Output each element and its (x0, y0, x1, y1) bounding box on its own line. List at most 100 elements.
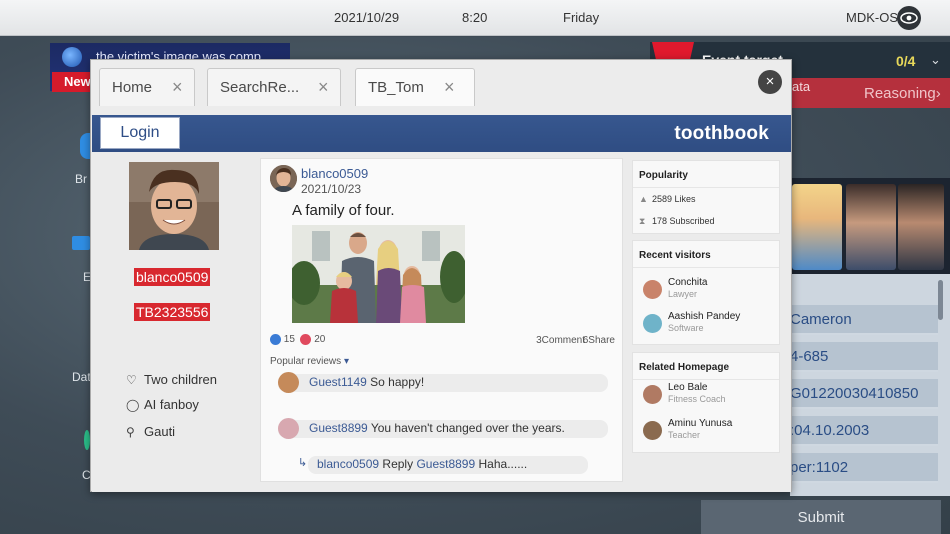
related-name: Aminu Yunusa (668, 418, 733, 429)
post-date: 2021/10/23 (301, 182, 362, 196)
case-data-row[interactable]: G01220030410850 (790, 379, 938, 409)
info-text: AI fanboy (144, 397, 199, 412)
tab-tb-tom[interactable]: TB_Tom × (355, 68, 475, 106)
site-header: Login toothbook (92, 115, 791, 152)
profile-avatar (129, 162, 219, 250)
login-button[interactable]: Login (100, 117, 180, 149)
post-card: blanco0509 2021/10/23 A family of four. (260, 158, 623, 482)
heart-count: 20 (314, 334, 326, 346)
like-icon[interactable] (270, 334, 281, 345)
location-pin-icon: ⚲ (126, 425, 135, 439)
ring-icon: ◯ (126, 398, 140, 412)
reviewer-name[interactable]: Guest1149 (309, 375, 367, 389)
scrollbar[interactable] (938, 280, 943, 320)
tab-label: SearchRe... (220, 79, 300, 96)
character-portrait[interactable] (846, 184, 896, 270)
tab-search-results[interactable]: SearchRe... × (207, 68, 341, 106)
globe-icon (62, 47, 82, 67)
reviewer-avatar[interactable] (278, 418, 299, 439)
visitor-role: Software (668, 323, 704, 333)
reasoning-button[interactable]: Reasoning› (864, 85, 941, 102)
post-author-link[interactable]: blanco0509 (301, 166, 368, 181)
time-display: 8:20 (462, 10, 488, 25)
popularity-box: Popularity ▲ 2589 Likes ⧗ 178 Subscribed (632, 160, 780, 234)
submit-button[interactable]: Submit (701, 500, 941, 534)
post-text: A family of four. (292, 202, 395, 219)
case-data-row[interactable]: 4-685 (790, 342, 938, 372)
review-item: Guest1149 So happy! (278, 372, 608, 393)
site-logo: toothbook (674, 123, 769, 144)
tab-home[interactable]: Home × (99, 68, 195, 106)
review-text: You haven't changed over the years. (370, 421, 565, 435)
reply-target[interactable]: Guest8899 (416, 457, 475, 471)
visitor-name: Aashish Pandey (668, 311, 741, 322)
info-location: ⚲ Gauti (126, 424, 175, 439)
heart-icon[interactable] (300, 334, 312, 345)
likes-line: ▲ 2589 Likes (639, 194, 696, 204)
reply-word: Reply (382, 457, 414, 471)
case-data-row[interactable]: per:1102 (790, 453, 938, 483)
family-photo[interactable] (292, 225, 465, 323)
related-avatar (643, 421, 662, 440)
close-window-button[interactable]: × (758, 70, 782, 94)
app-label-data: Dat (72, 370, 91, 384)
related-role: Fitness Coach (668, 394, 726, 404)
character-portrait[interactable] (898, 184, 944, 270)
review-item: Guest8899 You haven't changed over the y… (278, 418, 608, 439)
reply-arrow-icon: ↳ (298, 457, 308, 469)
related-homepage-title: Related Homepage (633, 353, 779, 380)
character-portrait[interactable] (792, 184, 842, 270)
reasoning-label: Reasoning (864, 85, 936, 102)
related-homepage-box: Related Homepage Leo Bale Fitness Coach … (632, 352, 780, 453)
recent-visitors-title: Recent visitors (633, 241, 779, 268)
os-name: MDK-OS (846, 10, 898, 25)
related-role: Teacher (668, 430, 701, 440)
visitor-avatar (643, 314, 662, 333)
related-avatar (643, 385, 662, 404)
eye-logo-icon[interactable] (897, 6, 921, 30)
post-author-avatar[interactable] (270, 165, 297, 192)
comment-count[interactable]: 3Comment (536, 335, 585, 346)
post-stats: 15 20 3Comment 6Share (270, 334, 615, 346)
visitor-avatar (643, 280, 662, 299)
close-tab-icon[interactable]: × (444, 77, 455, 98)
reply-author[interactable]: blanco0509 (317, 457, 379, 471)
reply-text: Haha...... (478, 457, 528, 471)
status-bar: 2021/10/29 8:20 Friday MDK-OS (0, 0, 950, 36)
profile-id: TB2323556 (134, 303, 211, 321)
reply-item: blanco0509 Reply Guest8899 Haha...... (308, 456, 588, 474)
info-text: Two children (144, 372, 217, 387)
tab-label: TB_Tom (368, 79, 424, 96)
share-count[interactable]: 6Share (583, 335, 615, 346)
info-occupation: ◯ AI fanboy (126, 397, 199, 412)
caret-down-icon: ▾ (343, 356, 349, 367)
review-text: So happy! (370, 375, 425, 389)
heart-icon: ♡ (126, 373, 137, 387)
popular-reviews-dropdown[interactable]: Popular reviews ▾ (270, 356, 349, 367)
likes-text: 2589 Likes (652, 194, 696, 204)
tab-label: Home (112, 79, 153, 96)
email-app-icon[interactable] (72, 236, 90, 250)
reasoning-data-label: ata (792, 79, 811, 94)
close-tab-icon[interactable]: × (318, 77, 329, 98)
recent-visitors-box: Recent visitors Conchita Lawyer Aashish … (632, 240, 780, 345)
browser-window: Home × SearchRe... × TB_Tom × × Login to… (90, 59, 792, 492)
case-data-row[interactable]: Cameron (790, 305, 938, 335)
date-display: 2021/10/29 (334, 10, 400, 25)
subscribed-line: ⧗ 178 Subscribed (639, 216, 715, 227)
reviewer-name[interactable]: Guest8899 (309, 421, 368, 435)
info-text: Gauti (144, 424, 176, 439)
chevron-down-icon[interactable]: ⌄ (930, 52, 941, 68)
visitor-name: Conchita (668, 277, 708, 288)
close-tab-icon[interactable]: × (172, 77, 183, 98)
thumbs-up-icon: ▲ (639, 194, 648, 204)
app-label-br: Br (75, 172, 87, 186)
day-display: Friday (563, 10, 600, 25)
reviewer-avatar[interactable] (278, 372, 299, 393)
popular-reviews-label: Popular reviews (270, 356, 342, 367)
info-relationship: ♡ Two children (126, 372, 217, 387)
case-data-row[interactable]: :04.10.2003 (790, 416, 938, 446)
popularity-title: Popularity (633, 161, 779, 188)
profile-page: blanco0509 TB2323556 ♡ Two children ◯ AI f… (92, 152, 791, 492)
like-count: 15 (283, 334, 295, 346)
